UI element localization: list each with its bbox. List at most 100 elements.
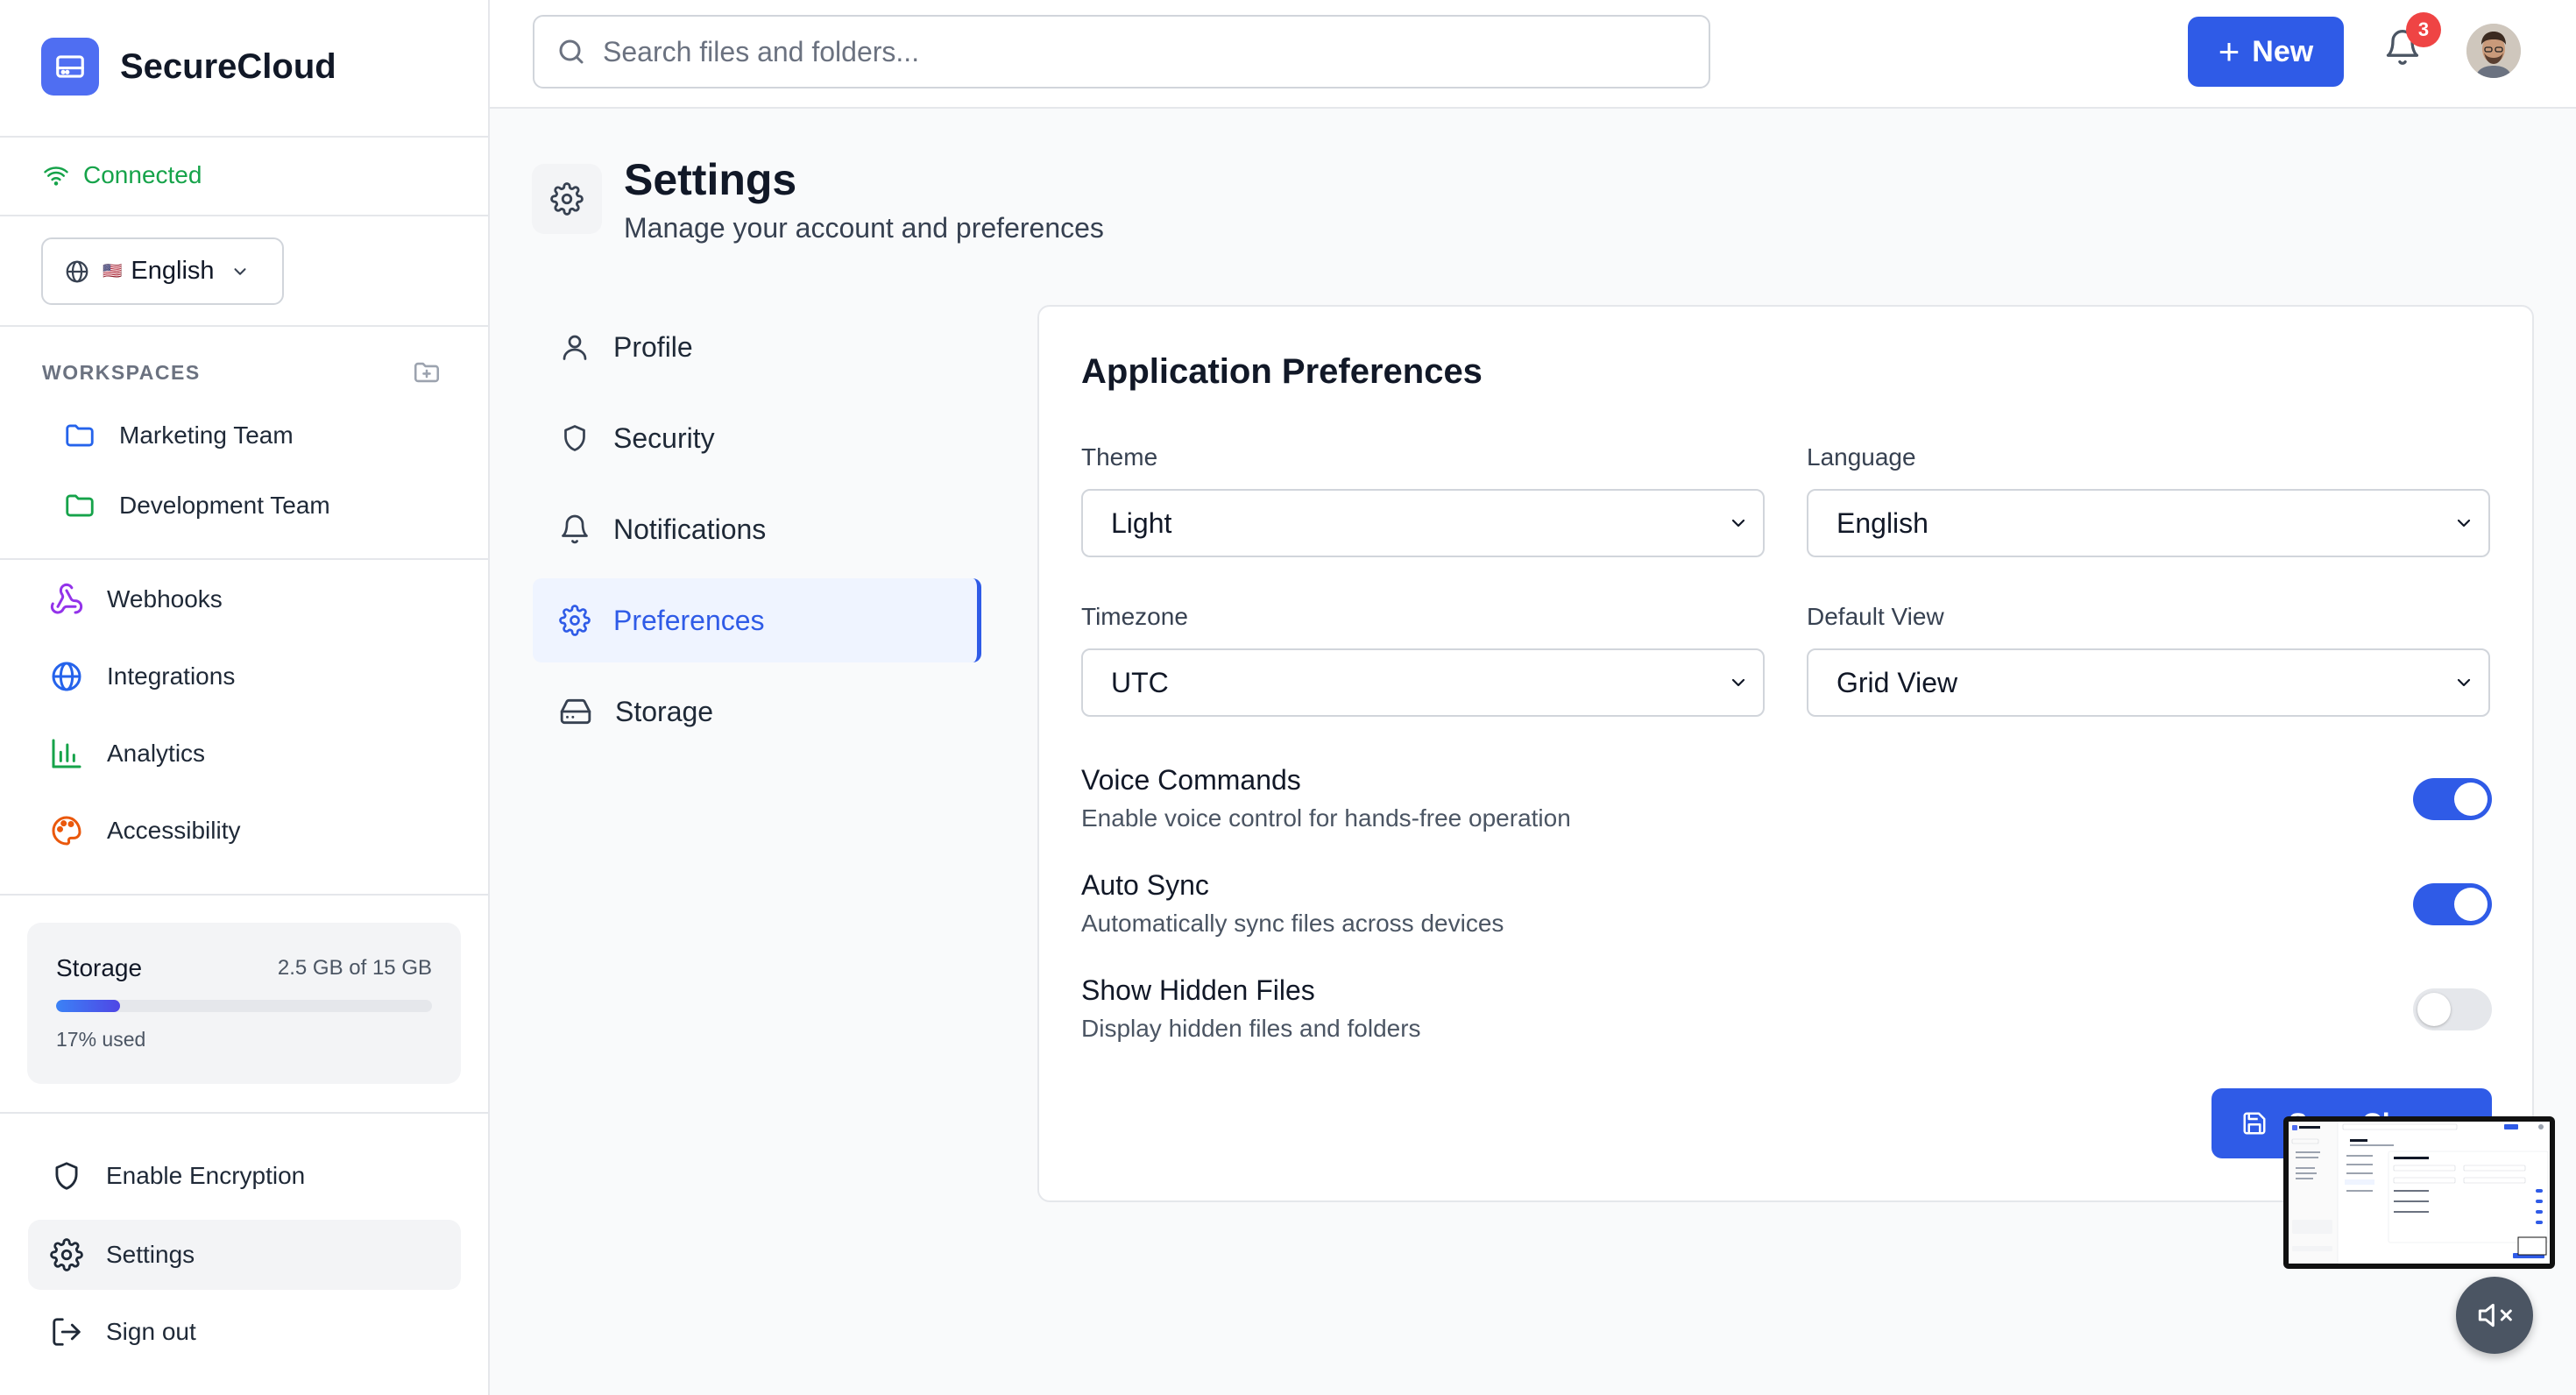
globe-icon: [66, 260, 88, 282]
workspace-label: Development Team: [119, 492, 330, 519]
user-avatar-icon: [2466, 24, 2521, 78]
enable-encryption-button[interactable]: Enable Encryption: [28, 1141, 461, 1211]
sidebar: SecureCloud Connected 🇺🇸 English WORKSPA…: [0, 0, 490, 1395]
shield-icon: [564, 425, 585, 451]
tab-security[interactable]: Security: [533, 396, 981, 480]
workspaces-header: WORKSPACES: [42, 358, 442, 387]
divider: [0, 215, 488, 216]
language-selector[interactable]: 🇺🇸 English: [41, 237, 284, 305]
hard-drive-icon: [560, 698, 591, 725]
notification-badge: 3: [2406, 12, 2441, 47]
sidebar-item-webhooks[interactable]: Webhooks: [49, 582, 223, 617]
storage-amount: 2.5 GB of 15 GB: [277, 956, 432, 980]
card-title: Application Preferences: [1081, 352, 1483, 391]
auto-sync-toggle[interactable]: [2413, 883, 2492, 925]
tab-label: Storage: [615, 695, 714, 727]
auto-sync-title: Auto Sync: [1081, 869, 1209, 901]
sidebar-item-analytics[interactable]: Analytics: [49, 736, 205, 771]
plus-icon: +: [2218, 31, 2240, 72]
gear-icon: [550, 182, 584, 216]
timezone-select[interactable]: UTC: [1081, 648, 1765, 717]
topbar: + New 3: [490, 0, 2576, 109]
toggle-knob: [2454, 782, 2488, 816]
storage-label: Storage: [56, 954, 143, 981]
page-gear-icon: [532, 164, 602, 234]
folder-icon: [66, 424, 94, 447]
language-select[interactable]: English: [1807, 489, 2490, 557]
divider: [0, 894, 488, 896]
new-button[interactable]: + New: [2188, 17, 2344, 87]
wifi-icon: [44, 166, 68, 186]
folder-plus-icon[interactable]: [412, 358, 442, 387]
sidebar-item-label: Analytics: [107, 740, 206, 767]
default-view-value: Grid View: [1836, 666, 1958, 698]
sidebar-item-integrations[interactable]: Integrations: [49, 659, 235, 694]
chevron-down-icon: [234, 267, 246, 275]
chevron-down-icon: [2457, 678, 2471, 687]
globe-icon: [52, 662, 81, 691]
avatar[interactable]: [2466, 24, 2521, 78]
default-view-select[interactable]: Grid View: [1807, 648, 2490, 717]
palette-icon: [52, 816, 81, 846]
preferences-card: Application Preferences Theme Light Lang…: [1037, 305, 2534, 1202]
toggle-knob: [2454, 888, 2488, 921]
sidebar-item-label: Accessibility: [107, 817, 241, 844]
tab-label: Preferences: [613, 604, 765, 636]
save-icon: [2243, 1112, 2266, 1135]
brand[interactable]: SecureCloud: [41, 38, 336, 96]
screen-preview-thumbnail[interactable]: [2283, 1116, 2555, 1269]
page-subtitle: Manage your account and preferences: [624, 212, 1104, 244]
theme-select[interactable]: Light: [1081, 489, 1765, 557]
brand-name: SecureCloud: [120, 46, 336, 86]
bell-icon: [562, 514, 588, 544]
theme-label: Theme: [1081, 443, 1158, 471]
user-icon: [563, 335, 587, 360]
webhook-icon: [50, 583, 83, 614]
tab-preferences[interactable]: Preferences: [533, 578, 981, 662]
sign-out-icon: [53, 1318, 81, 1346]
flag-icon: 🇺🇸: [103, 262, 123, 280]
bottom-item-label: Settings: [106, 1241, 195, 1268]
folder-icon: [66, 494, 94, 517]
bottom-item-label: Sign out: [106, 1318, 196, 1345]
search-box[interactable]: [533, 15, 1710, 89]
bar-chart-icon: [52, 739, 81, 768]
bottom-item-label: Enable Encryption: [106, 1162, 306, 1189]
divider: [0, 558, 488, 560]
preview-miniature-image: [2289, 1122, 2550, 1264]
tab-storage[interactable]: Storage: [533, 669, 981, 754]
divider: [0, 1112, 488, 1114]
show-hidden-files-title: Show Hidden Files: [1081, 974, 1315, 1006]
workspace-marketing-team[interactable]: Marketing Team: [63, 419, 294, 452]
voice-commands-toggle[interactable]: [2413, 778, 2492, 820]
storage-progress-bar: [56, 1000, 432, 1012]
workspaces-heading: WORKSPACES: [42, 360, 201, 384]
storage-percent: 17% used: [56, 1028, 146, 1051]
mute-audio-button[interactable]: [2456, 1277, 2533, 1354]
show-hidden-files-toggle[interactable]: [2413, 988, 2492, 1030]
workspace-label: Marketing Team: [119, 421, 294, 449]
shield-icon: [55, 1162, 78, 1190]
chevron-down-icon: [2457, 519, 2471, 528]
tab-label: Security: [613, 421, 715, 454]
search-input[interactable]: [603, 35, 1654, 68]
toggle-knob: [2417, 993, 2451, 1026]
show-hidden-files-description: Display hidden files and folders: [1081, 1015, 1421, 1042]
connection-label: Connected: [83, 161, 202, 188]
tab-label: Profile: [613, 330, 693, 363]
sidebar-item-accessibility[interactable]: Accessibility: [49, 813, 240, 848]
hard-drive-logo-icon: [41, 38, 99, 96]
sign-out-button[interactable]: Sign out: [28, 1297, 461, 1367]
workspace-development-team[interactable]: Development Team: [63, 489, 330, 522]
settings-button[interactable]: Settings: [28, 1220, 461, 1290]
language-value: English: [1836, 506, 1928, 539]
storage-progress-fill: [56, 1000, 120, 1012]
tab-notifications[interactable]: Notifications: [533, 487, 981, 571]
tab-label: Notifications: [613, 513, 767, 545]
sidebar-item-label: Webhooks: [107, 585, 223, 613]
language-label: Language: [1807, 443, 1916, 471]
tab-profile[interactable]: Profile: [533, 305, 981, 389]
voice-commands-description: Enable voice control for hands-free oper…: [1081, 804, 1571, 832]
theme-value: Light: [1111, 506, 1172, 539]
gear-icon: [50, 1238, 83, 1271]
